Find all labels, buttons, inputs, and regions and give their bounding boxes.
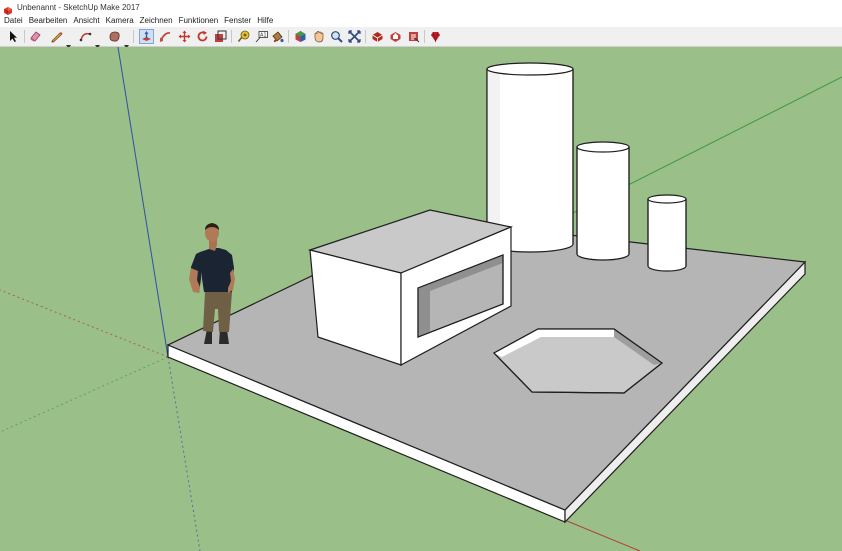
blue-axis xyxy=(117,47,169,358)
menu-hilfe[interactable]: Hilfe xyxy=(254,15,276,27)
getting-started-toolbar: A1 xyxy=(0,27,842,49)
toolbar-separator xyxy=(424,30,425,43)
scale-icon[interactable] xyxy=(213,29,228,44)
zoom-icon[interactable] xyxy=(329,29,344,44)
move-icon[interactable] xyxy=(177,29,192,44)
extension-warehouse-icon[interactable] xyxy=(388,29,403,44)
orbit-icon[interactable] xyxy=(293,29,308,44)
model-viewport[interactable] xyxy=(0,47,842,551)
zoom-extents-icon[interactable] xyxy=(347,29,362,44)
pan-icon[interactable] xyxy=(311,29,326,44)
sketchup-logo-icon xyxy=(3,3,13,15)
chevron-down-icon[interactable] xyxy=(124,36,129,49)
select-arrow-icon[interactable] xyxy=(6,29,21,44)
menu-zeichnen[interactable]: Zeichnen xyxy=(137,15,176,27)
push-pull-icon[interactable] xyxy=(139,29,154,44)
toolbar-separator xyxy=(133,30,134,43)
window-title: Unbenannt - SketchUp Make 2017 xyxy=(17,3,140,12)
rotate-icon[interactable] xyxy=(195,29,210,44)
menu-ansicht[interactable]: Ansicht xyxy=(70,15,102,27)
menu-datei[interactable]: Datei xyxy=(0,15,26,27)
text-label-icon[interactable]: A1 xyxy=(254,29,269,44)
scale-figure-person[interactable] xyxy=(189,223,235,344)
chevron-down-icon[interactable] xyxy=(66,36,71,49)
menu-bar: Datei Bearbeiten Ansicht Kamera Zeichnen… xyxy=(0,15,842,27)
eraser-icon[interactable] xyxy=(28,29,43,44)
svg-text:A1: A1 xyxy=(260,33,267,39)
arc-icon[interactable] xyxy=(78,29,93,44)
title-bar: Unbenannt - SketchUp Make 2017 xyxy=(0,0,842,15)
cylinder-medium[interactable] xyxy=(576,141,630,261)
menu-fenster[interactable]: Fenster xyxy=(221,15,254,27)
menu-funktionen[interactable]: Funktionen xyxy=(176,15,222,27)
menu-bearbeiten[interactable]: Bearbeiten xyxy=(26,15,71,27)
shape-icon[interactable] xyxy=(107,29,122,44)
toolbar-separator xyxy=(365,30,366,43)
cylinder-large[interactable] xyxy=(486,62,574,253)
chevron-down-icon[interactable] xyxy=(95,36,100,49)
toolbar-separator xyxy=(24,30,25,43)
line-pencil-icon[interactable] xyxy=(49,29,64,44)
paint-bucket-icon[interactable] xyxy=(270,29,285,44)
green-axis-negative xyxy=(0,356,169,433)
follow-me-icon[interactable] xyxy=(158,29,173,44)
cylinder-small[interactable] xyxy=(647,194,687,272)
blue-axis-negative xyxy=(167,356,201,551)
menu-kamera[interactable]: Kamera xyxy=(103,15,137,27)
red-axis-negative xyxy=(0,289,169,358)
ruby-gem-icon[interactable] xyxy=(428,29,443,44)
3d-warehouse-icon[interactable] xyxy=(370,29,385,44)
send-to-layout-icon[interactable] xyxy=(406,29,421,44)
toolbar-separator xyxy=(288,30,289,43)
tape-measure-icon[interactable] xyxy=(236,29,251,44)
scene-canvas[interactable] xyxy=(0,47,842,551)
toolbar-separator xyxy=(231,30,232,43)
